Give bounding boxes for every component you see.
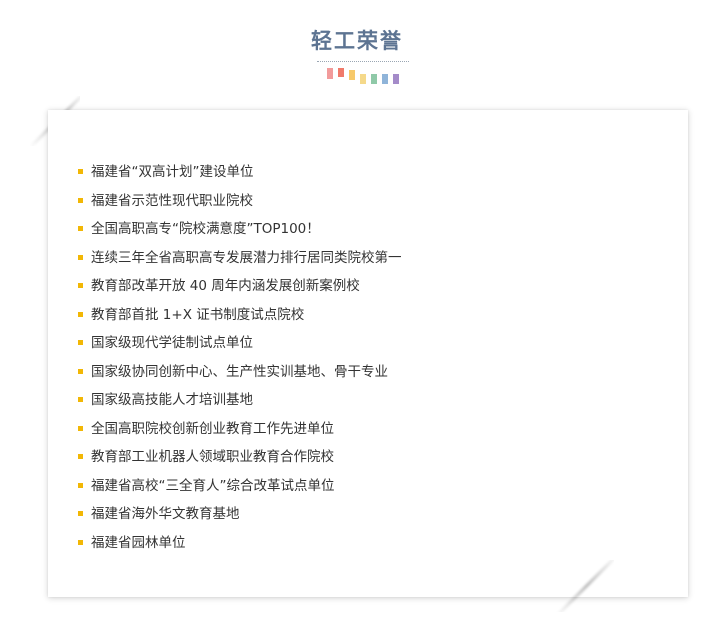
list-item: 国家级协同创新中心、生产性实训基地、骨干专业 — [78, 358, 402, 387]
color-bar-7 — [393, 74, 399, 84]
section-title: 轻工荣誉 — [311, 29, 403, 53]
bullet-square-icon — [78, 539, 83, 545]
bullet-square-icon — [78, 511, 83, 516]
honor-text: 国家级现代学徒制试点单位 — [91, 335, 253, 351]
list-item: 福建省示范性现代职业院校 — [78, 187, 402, 216]
list-item: 福建省高校“三全育人”综合改革试点单位 — [78, 472, 402, 501]
color-bar-2 — [338, 68, 344, 77]
honor-text: 教育部工业机器人领域职业教育合作院校 — [91, 449, 334, 465]
honor-text: 国家级协同创新中心、生产性实训基地、骨干专业 — [91, 363, 388, 380]
list-item: 全国高职高专“院校满意度”TOP100！ — [78, 215, 402, 244]
honor-text: 连续三年全省高职高专发展潜力排行居同类院校第一 — [91, 249, 402, 266]
list-item: 教育部工业机器人领域职业教育合作院校 — [78, 443, 402, 472]
honor-text: 全国高职院校创新创业教育工作先进单位 — [91, 420, 334, 437]
title-dotted-divider — [317, 61, 409, 62]
color-bar-6 — [382, 74, 388, 84]
honor-text: 全国高职高专“院校满意度”TOP100！ — [91, 221, 320, 237]
list-item: 国家级现代学徒制试点单位 — [78, 329, 402, 358]
bullet-square-icon — [78, 169, 83, 174]
color-bar-1 — [327, 68, 333, 79]
list-item: 教育部改革开放 40 周年内涵发展创新案例校 — [78, 272, 402, 301]
list-item: 福建省海外华文教育基地 — [78, 500, 402, 529]
list-item: 福建省“双高计划”建设单位 — [78, 158, 402, 187]
honor-text: 福建省高校“三全育人”综合改革试点单位 — [91, 477, 335, 494]
bullet-square-icon — [78, 340, 83, 345]
list-item: 教育部首批 1+X 证书制度试点院校 — [78, 301, 402, 330]
list-item: 国家级高技能人才培训基地 — [78, 386, 402, 415]
honor-text: 福建省海外华文教育基地 — [91, 506, 240, 522]
honor-text: 福建省“双高计划”建设单位 — [91, 164, 254, 180]
honor-text: 福建省园林单位 — [91, 534, 186, 551]
bullet-square-icon — [78, 311, 83, 317]
title-color-bars — [327, 68, 407, 86]
color-bar-5 — [371, 74, 377, 84]
honor-text: 教育部首批 1+X 证书制度试点院校 — [91, 306, 305, 323]
card-corner-fold-bottom-right — [556, 560, 614, 612]
color-bar-3 — [349, 70, 355, 80]
bullet-square-icon — [78, 454, 83, 459]
list-item: 全国高职院校创新创业教育工作先进单位 — [78, 415, 402, 444]
bullet-square-icon — [78, 397, 83, 402]
list-item: 福建省园林单位 — [78, 529, 402, 558]
bullet-square-icon — [78, 226, 83, 231]
color-bar-4 — [360, 74, 366, 84]
honor-list: 福建省“双高计划”建设单位 福建省示范性现代职业院校 全国高职高专“院校满意度”… — [78, 158, 402, 557]
bullet-square-icon — [78, 482, 83, 488]
list-item: 连续三年全省高职高专发展潜力排行居同类院校第一 — [78, 244, 402, 273]
bullet-square-icon — [78, 425, 83, 431]
honor-text: 国家级高技能人才培训基地 — [91, 392, 253, 408]
page: 轻工荣誉 福建省“双高计划”建设单位 福建省示范性现代职业院校 全国高职高专“院… — [0, 0, 714, 623]
bullet-square-icon — [78, 283, 83, 288]
honor-text: 福建省示范性现代职业院校 — [91, 192, 253, 209]
bullet-square-icon — [78, 254, 83, 260]
bullet-square-icon — [78, 368, 83, 374]
bullet-square-icon — [78, 197, 83, 203]
honor-text: 教育部改革开放 40 周年内涵发展创新案例校 — [91, 278, 360, 294]
